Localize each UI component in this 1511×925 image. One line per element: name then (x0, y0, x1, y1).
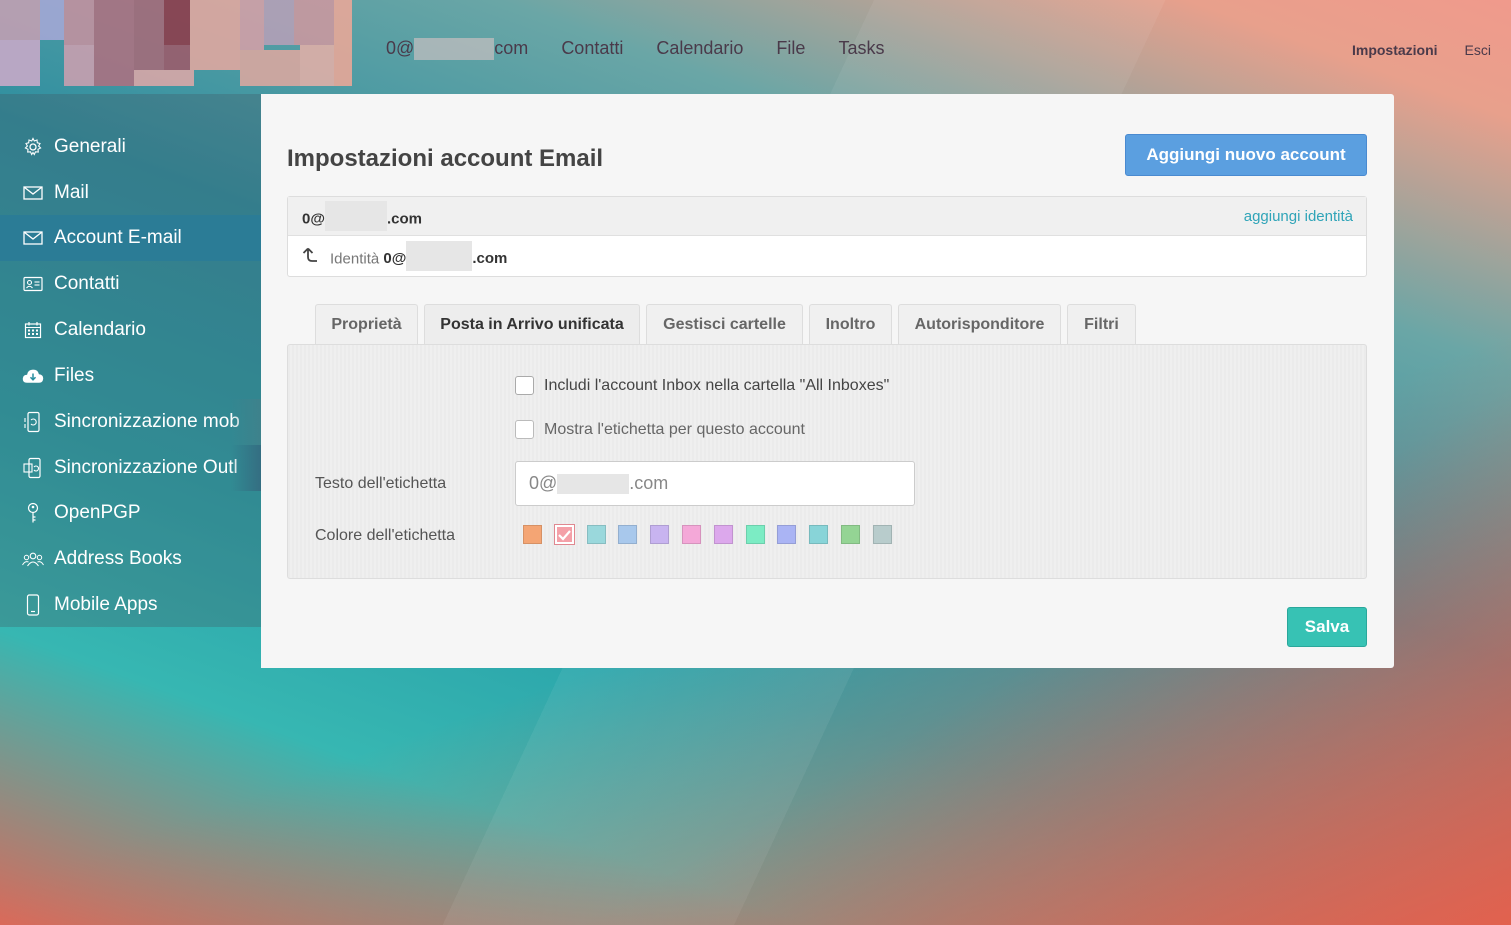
label-text-label: Testo dell'etichetta (315, 475, 447, 492)
sidebar-item-label: Address Books (54, 548, 182, 569)
sidebar-item-label: Mail (54, 182, 89, 203)
sidebar-item-email-accounts[interactable]: Account E-mail (0, 215, 261, 261)
key-icon (22, 502, 44, 524)
tab-autoresponder[interactable]: Autorisponditore (898, 304, 1061, 344)
calendar-icon (22, 319, 44, 341)
nav-tasks[interactable]: Tasks (838, 38, 884, 60)
settings-link[interactable]: Impostazioni (1352, 42, 1438, 58)
settings-sidebar: Generali Mail Account E-mail Contatti Ca… (0, 94, 261, 627)
color-swatch[interactable] (713, 525, 733, 544)
color-swatch[interactable] (523, 525, 542, 544)
logo (0, 0, 352, 86)
color-swatch[interactable] (682, 525, 701, 544)
add-identity-link[interactable]: aggiungi identità (1244, 208, 1353, 225)
sidebar-item-mail[interactable]: Mail (0, 170, 261, 216)
label-fade (231, 445, 261, 491)
tab-forwarding[interactable]: Inoltro (809, 304, 892, 344)
top-nav: 0@ com Contatti Calendario File Tasks (386, 38, 917, 61)
label-text-input[interactable]: 0@ .com (515, 461, 915, 506)
account-row[interactable]: 0@ .com aggiungi identità (288, 197, 1366, 236)
envelope-icon (22, 182, 44, 204)
envelope-icon (22, 227, 44, 249)
outlook-sync-icon (22, 457, 44, 479)
color-swatch[interactable] (841, 525, 860, 544)
tab-filters[interactable]: Filtri (1067, 304, 1136, 344)
save-button[interactable]: Salva (1287, 607, 1367, 647)
sidebar-item-label: OpenPGP (54, 502, 141, 523)
sidebar-item-calendar[interactable]: Calendario (0, 307, 261, 353)
sidebar-item-label: Sincronizzazione Outl (54, 457, 238, 478)
sidebar-item-label: Account E-mail (54, 227, 182, 248)
include-all-inboxes-checkbox[interactable] (515, 376, 534, 395)
include-all-inboxes-label: Includi l'account Inbox nella cartella "… (544, 376, 890, 394)
identity-row[interactable]: Identità 0@ .com (288, 236, 1366, 276)
top-right-links: Impostazioni Esci (1352, 42, 1491, 58)
color-swatch[interactable] (777, 525, 797, 544)
sidebar-item-address-books[interactable]: Address Books (0, 536, 261, 582)
sidebar-item-label: Sincronizzazione mob (54, 411, 240, 432)
sidebar-item-label: Files (54, 365, 95, 386)
page-title: Impostazioni account Email (287, 145, 604, 172)
color-swatch[interactable] (650, 525, 670, 544)
color-swatch[interactable] (586, 525, 606, 544)
tab-properties[interactable]: Proprietà (315, 304, 418, 344)
phone-icon (22, 594, 44, 616)
logout-link[interactable]: Esci (1465, 42, 1491, 58)
sidebar-item-files[interactable]: Files (0, 353, 261, 399)
contact-card-icon (22, 273, 44, 295)
sidebar-item-mobile-apps[interactable]: Mobile Apps (0, 582, 261, 628)
cloud-download-icon (22, 365, 44, 387)
gear-icon (22, 136, 44, 158)
unified-inbox-panel: Includi l'account Inbox nella cartella "… (287, 344, 1367, 579)
color-swatch[interactable] (745, 525, 765, 544)
label-fade (231, 399, 261, 445)
identity-label: Identità 0@ .com (330, 241, 507, 271)
sidebar-item-label: Calendario (54, 319, 146, 340)
account-list: 0@ .com aggiungi identità Identità 0@ .com (287, 196, 1367, 277)
color-swatch[interactable] (809, 525, 829, 544)
sidebar-item-label: Contatti (54, 273, 120, 294)
color-swatch[interactable] (872, 525, 892, 544)
settings-panel: Impostazioni account Email Aggiungi nuov… (261, 94, 1394, 668)
sidebar-item-general[interactable]: Generali (0, 124, 261, 170)
color-swatch[interactable] (554, 525, 574, 544)
label-color-label: Colore dell'etichetta (315, 527, 456, 544)
account-name: 0@ .com (302, 201, 422, 231)
nav-calendar[interactable]: Calendario (656, 38, 743, 60)
tab-manage-folders[interactable]: Gestisci cartelle (646, 304, 803, 344)
add-account-button[interactable]: Aggiungi nuovo account (1125, 134, 1367, 176)
tab-unified-inbox[interactable]: Posta in Arrivo unificata (424, 304, 640, 345)
mobile-sync-icon (22, 411, 44, 433)
nav-mail-account[interactable]: 0@ com (386, 38, 528, 61)
sidebar-item-mobile-sync[interactable]: Sincronizzazione mob (0, 399, 261, 445)
people-icon (22, 548, 44, 570)
show-label-checkbox[interactable] (515, 420, 534, 439)
show-label-label: Mostra l'etichetta per questo account (544, 420, 805, 438)
nav-files[interactable]: File (776, 38, 805, 60)
sidebar-item-label: Mobile Apps (54, 594, 158, 615)
include-all-inboxes-option[interactable]: Includi l'account Inbox nella cartella "… (515, 376, 889, 395)
reply-arrow-icon (302, 247, 318, 268)
checkmark-icon (558, 530, 571, 541)
nav-contacts[interactable]: Contatti (561, 38, 623, 60)
color-swatch[interactable] (618, 525, 638, 544)
sidebar-item-label: Generali (54, 136, 126, 157)
sidebar-item-contacts[interactable]: Contatti (0, 261, 261, 307)
sidebar-item-outlook-sync[interactable]: Sincronizzazione Outl (0, 445, 261, 491)
show-label-option[interactable]: Mostra l'etichetta per questo account (515, 420, 805, 439)
sidebar-item-openpgp[interactable]: OpenPGP (0, 490, 261, 536)
